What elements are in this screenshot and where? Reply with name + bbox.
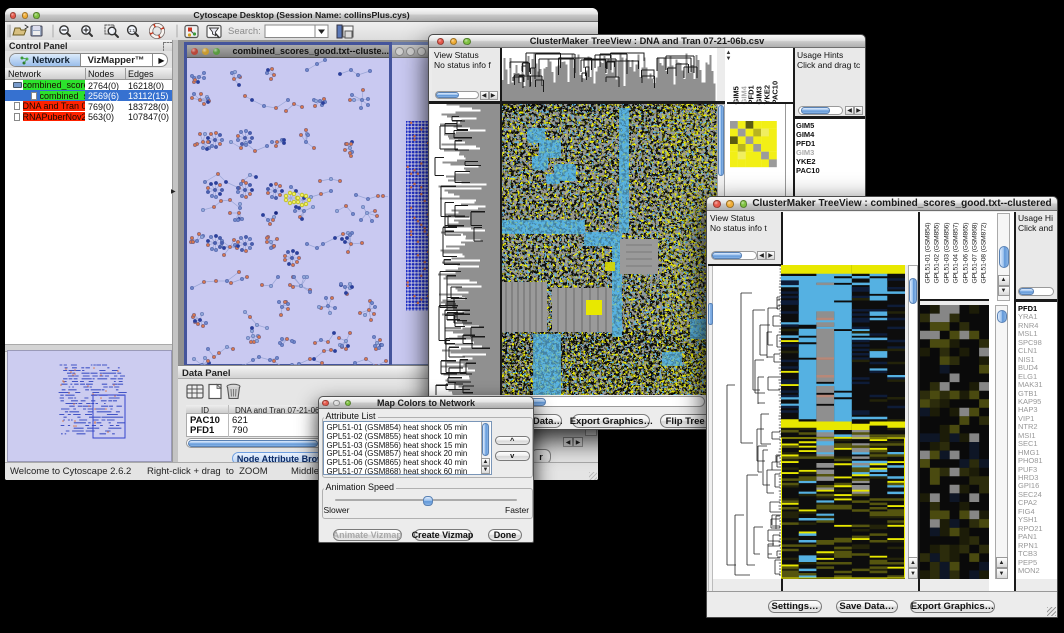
svg-text:Search:: Search: xyxy=(228,26,261,37)
